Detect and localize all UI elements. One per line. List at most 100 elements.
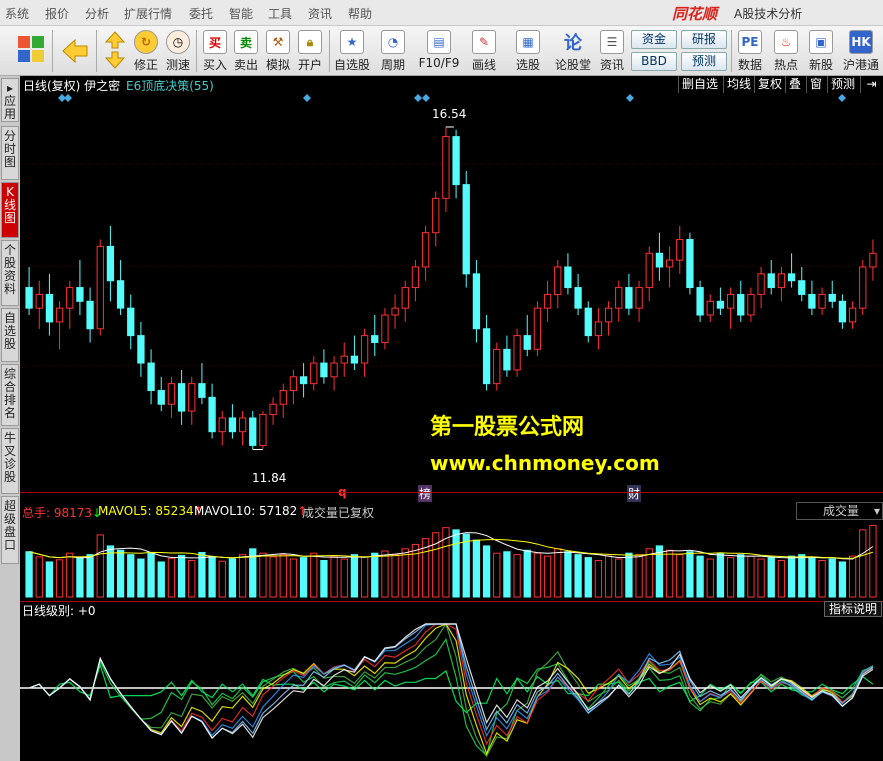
buy-button[interactable]: 买 买入 xyxy=(200,28,230,74)
volume-bar xyxy=(411,543,420,598)
candle-body xyxy=(482,328,491,385)
panel-divider xyxy=(20,601,883,602)
volume-bar xyxy=(340,558,348,598)
volume-bar xyxy=(503,551,511,598)
sidebar-item-watchlist[interactable]: 自选股 xyxy=(1,308,19,362)
volume-bar xyxy=(737,554,745,598)
volume-bar xyxy=(167,557,176,598)
menu-tools[interactable]: 工具 xyxy=(268,5,292,22)
indicator-help-button[interactable]: 指标说明 xyxy=(824,601,882,617)
hk-connect-button[interactable]: HK 沪港通 xyxy=(840,28,882,74)
candle-body xyxy=(157,390,165,405)
stock-screener-label: 选股 xyxy=(515,58,540,72)
volume-bar xyxy=(299,557,308,598)
volume-bar xyxy=(96,534,104,598)
forum-button[interactable]: 论 论股堂 xyxy=(554,28,592,74)
layout-button[interactable] xyxy=(16,28,46,74)
volume-bar xyxy=(208,556,216,598)
menu-quotes[interactable]: 报价 xyxy=(45,5,69,22)
sidebar-item-level2[interactable]: 超级盘口 xyxy=(1,496,19,564)
open-account-button[interactable]: 🔒︎ 开户 xyxy=(295,28,325,74)
sidebar-item-kline[interactable]: K线图 xyxy=(1,182,19,238)
forum-icon: 论 xyxy=(564,33,582,54)
volume-note: 成交量已复权 xyxy=(302,506,375,520)
menu-analysis[interactable]: 分析 xyxy=(85,5,109,22)
research-button[interactable]: 研报 xyxy=(681,30,727,49)
volume-bar xyxy=(635,554,643,598)
volume-bar xyxy=(462,533,470,598)
candle-body xyxy=(310,362,318,385)
candle-body xyxy=(472,273,481,330)
volume-bar xyxy=(269,556,277,598)
candle-body xyxy=(798,280,806,295)
fund-button[interactable]: 资金 xyxy=(631,30,677,49)
watchlist-button[interactable]: ★ 自选股 xyxy=(332,28,372,74)
bbd-button[interactable]: BBD xyxy=(631,52,677,71)
sidebar-item-ranking[interactable]: 综合排名 xyxy=(1,364,19,426)
sell-button[interactable]: 卖 卖出 xyxy=(231,28,261,74)
sidebar-item-apps[interactable]: ▸ 应用 xyxy=(1,78,19,122)
back-button[interactable] xyxy=(58,28,92,74)
flame-icon: ♨ xyxy=(774,30,798,54)
candle-body xyxy=(818,293,826,309)
simulate-button[interactable]: ⚒ 模拟 xyxy=(263,28,293,74)
draw-line-button[interactable]: ✎ 画线 xyxy=(466,28,502,74)
page-updown[interactable] xyxy=(101,28,129,74)
screener-icon: ▦ xyxy=(516,30,540,54)
candle-body xyxy=(116,280,125,309)
volume-bar xyxy=(55,559,64,598)
forecast-button[interactable]: 预测 xyxy=(681,52,727,71)
menu-system[interactable]: 系统 xyxy=(5,5,29,22)
hk-connect-label: 沪港通 xyxy=(842,58,879,72)
f10-button[interactable]: ▤ F10/F9 xyxy=(414,28,464,74)
menu-smart[interactable]: 智能 xyxy=(229,5,253,22)
candle-body xyxy=(208,396,216,433)
candle-body xyxy=(716,300,725,309)
candle-body xyxy=(66,287,74,309)
sidebar: ▸ 应用 分时图 K线图 个股资料 自选股 综合排名 牛叉诊股 超级盘口 xyxy=(0,76,20,761)
candle-body xyxy=(320,362,328,378)
volume-bar xyxy=(645,548,653,598)
news-button[interactable]: ☰ 资讯 xyxy=(597,28,627,74)
revise-icon: ↻ xyxy=(134,30,158,54)
menu-help[interactable]: 帮助 xyxy=(348,5,372,22)
volume-bar xyxy=(554,548,562,598)
event-marker-finance[interactable]: 财 xyxy=(627,485,642,502)
volume-bar xyxy=(391,554,399,598)
volume-dropdown[interactable]: 成交量 ▾ xyxy=(796,502,883,520)
simulate-label: 模拟 xyxy=(265,58,290,72)
data-button[interactable]: PE 数据 xyxy=(735,28,765,74)
back-arrow-icon xyxy=(62,38,88,64)
menu-news[interactable]: 资讯 xyxy=(308,5,332,22)
sidebar-item-intraday[interactable]: 分时图 xyxy=(1,126,19,180)
watermark-title: 第一股票公式网 xyxy=(430,415,585,440)
candle-body xyxy=(594,321,603,337)
sidebar-item-diagnose[interactable]: 牛叉诊股 xyxy=(1,428,19,494)
candle-body xyxy=(269,403,277,416)
candle-body xyxy=(289,376,298,392)
sidebar-item-profile[interactable]: 个股资料 xyxy=(1,240,19,306)
period-button[interactable]: ◔ 周期 xyxy=(376,28,410,74)
stock-screener-button[interactable]: ▦ 选股 xyxy=(508,28,548,74)
menu-extended-quotes[interactable]: 扩展行情 xyxy=(124,5,172,22)
hotspot-button[interactable]: ♨ 热点 xyxy=(770,28,802,74)
revise-button[interactable]: ↻ 修正 xyxy=(131,28,161,74)
speed-test-button[interactable]: ◷ 测速 xyxy=(163,28,193,74)
candle-body xyxy=(188,383,196,412)
volume-bar xyxy=(493,552,501,598)
buy-label: 买入 xyxy=(202,58,227,72)
indicator-level: 日线级别: +0 xyxy=(22,604,96,618)
diamond-signal-marker xyxy=(422,94,430,102)
candle-body xyxy=(45,293,54,323)
event-marker-ranking[interactable]: 榜 xyxy=(418,485,433,502)
buy-icon: 买 xyxy=(203,30,227,54)
candle-body xyxy=(350,355,359,364)
menu-delegate[interactable]: 委托 xyxy=(189,5,213,22)
candle-body xyxy=(279,390,287,405)
candle-body xyxy=(96,245,104,330)
candle-body xyxy=(655,252,664,268)
volume-bar xyxy=(381,550,389,598)
candle-body xyxy=(442,136,450,199)
volume-bar xyxy=(66,552,74,598)
ipo-button[interactable]: ▣ 新股 xyxy=(806,28,836,74)
